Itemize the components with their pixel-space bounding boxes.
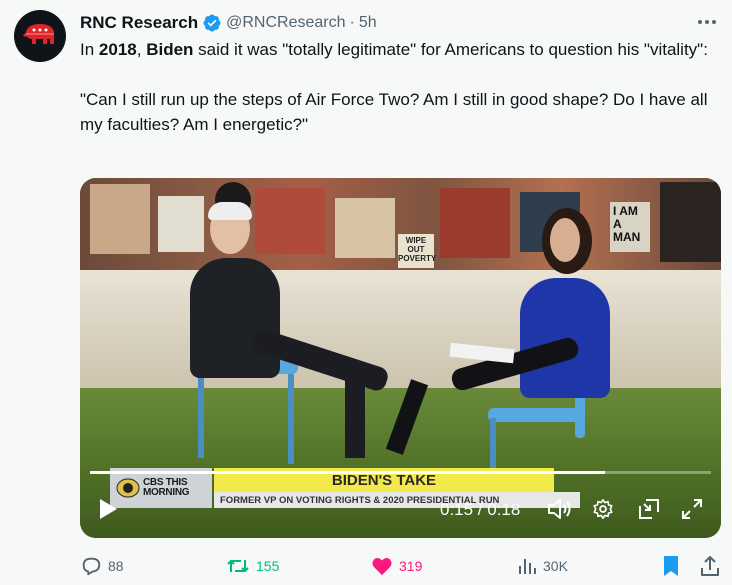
video-timecode: 0:15 / 0:18 — [440, 500, 521, 519]
views-count: 30K — [543, 558, 568, 574]
video-progress-bar[interactable] — [90, 471, 711, 474]
separator-dot: · — [349, 14, 355, 31]
like-count: 319 — [399, 558, 423, 574]
year-bold: 2018 — [98, 40, 137, 59]
wall-poster — [440, 188, 510, 258]
more-options-icon[interactable] — [694, 10, 720, 34]
play-icon[interactable] — [98, 498, 118, 520]
wall-poster — [158, 196, 204, 252]
tweet: RNC Research @RNCResearch · 5h In 2018, … — [0, 0, 732, 585]
timestamp[interactable]: 5h — [359, 14, 377, 32]
wall-poster — [335, 198, 395, 258]
elephant-logo-icon — [23, 24, 54, 44]
tweet-paragraph-2: "Can I still run up the steps of Air For… — [80, 90, 708, 134]
video-progress-fill — [90, 471, 606, 474]
volume-icon[interactable] — [547, 498, 573, 520]
chair-leg — [288, 374, 294, 464]
wall-poster — [255, 188, 325, 254]
tweet-header: RNC Research @RNCResearch · 5h — [80, 12, 377, 34]
views-button[interactable]: 30K — [517, 553, 568, 579]
repost-button[interactable]: 155 — [226, 553, 279, 579]
tweet-paragraph-1: In 2018, Biden said it was "totally legi… — [80, 40, 708, 59]
avatar[interactable] — [14, 10, 66, 62]
author-name[interactable]: RNC Research — [80, 13, 198, 33]
video-controls: 0:15 / 0:18 — [80, 490, 721, 530]
i-am-a-man-sign: I AM A MAN — [610, 202, 650, 252]
chair-right — [488, 408, 584, 422]
name-bold: Biden — [146, 40, 194, 59]
tweet-actions: 88 155 319 30K — [80, 553, 725, 579]
video-player[interactable]: WIPE OUT POVERTY I AM A MAN CBS THIS MOR… — [80, 178, 721, 538]
verified-badge-icon — [203, 14, 221, 32]
repost-count: 155 — [256, 558, 280, 574]
bookmark-icon — [664, 556, 678, 576]
fullscreen-icon[interactable] — [681, 498, 703, 520]
views-chart-icon — [519, 559, 536, 574]
person-left-body — [190, 258, 280, 378]
wall-poster — [660, 182, 721, 262]
person-right-face — [550, 218, 580, 262]
reply-icon — [82, 557, 101, 576]
person-left-shin — [345, 378, 365, 458]
bookmark-button[interactable] — [662, 553, 680, 579]
reply-button[interactable]: 88 — [80, 553, 124, 579]
tweet-text: In 2018, Biden said it was "totally legi… — [80, 37, 720, 137]
like-button[interactable]: 319 — [371, 553, 422, 579]
share-button[interactable] — [700, 553, 720, 579]
share-icon — [701, 556, 719, 576]
repost-icon — [227, 560, 249, 572]
heart-icon — [372, 558, 392, 576]
reply-count: 88 — [108, 558, 124, 574]
person-left-hair — [208, 202, 252, 220]
chair-leg — [198, 368, 204, 458]
settings-gear-icon[interactable] — [592, 498, 614, 520]
picture-in-picture-icon[interactable] — [638, 498, 660, 520]
author-handle[interactable]: @RNCResearch — [226, 14, 345, 32]
wipe-out-poverty-sign: WIPE OUT POVERTY — [398, 234, 436, 268]
wall-poster — [90, 184, 150, 254]
